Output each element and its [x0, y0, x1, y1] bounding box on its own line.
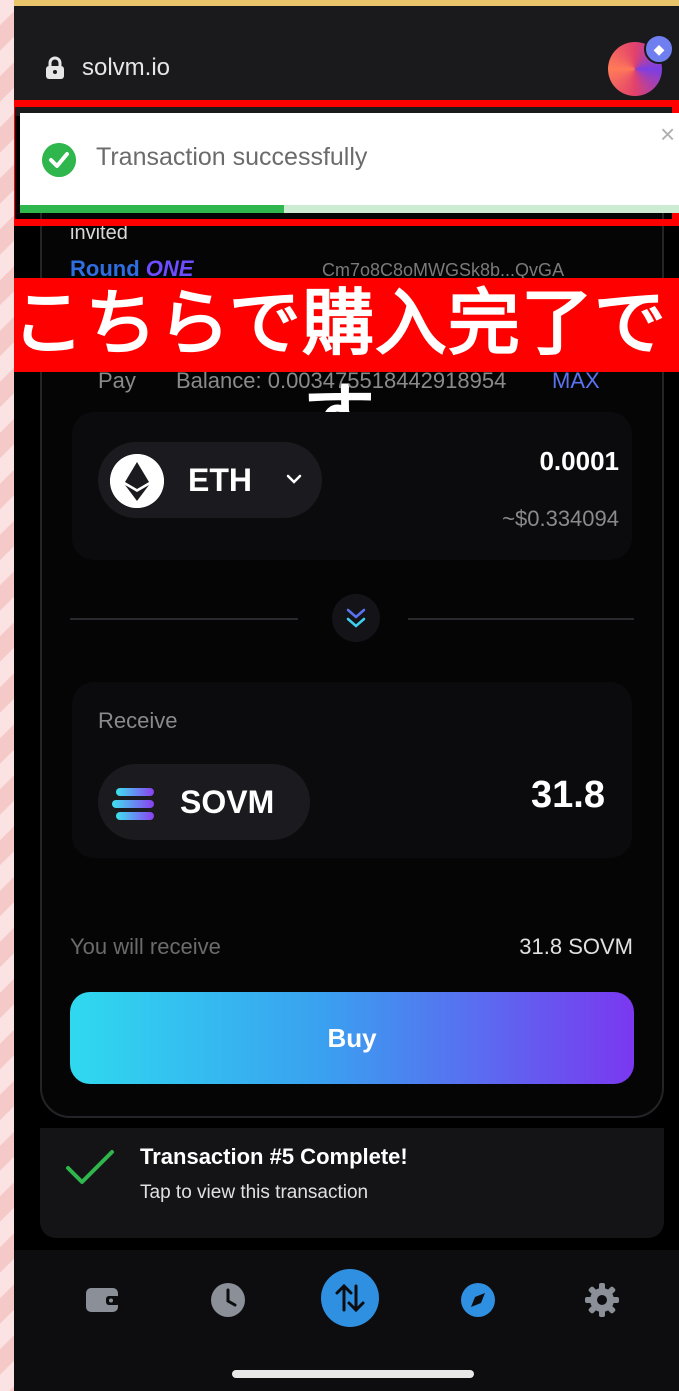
- toast-message: Transaction successfully: [96, 143, 368, 171]
- swap-icon[interactable]: [320, 1268, 380, 1328]
- frame-left-edge: [0, 0, 14, 1391]
- notification-subtitle[interactable]: Tap to view this transaction: [140, 1182, 368, 1204]
- buy-button[interactable]: Buy: [70, 992, 634, 1084]
- pay-label: Pay: [98, 368, 136, 393]
- max-button[interactable]: MAX: [552, 368, 600, 394]
- divider-right: [408, 618, 634, 620]
- receive-label: Receive: [98, 708, 178, 733]
- swap-direction-icon[interactable]: [332, 594, 380, 642]
- phone-screen: solvm.io ◆ invited Round ONE Cm7o8C8oMWG…: [14, 6, 679, 1391]
- lock-icon: [46, 56, 64, 79]
- you-will-receive-value: 31.8 SOVM: [519, 934, 633, 959]
- sovm-token-display: SOVM: [98, 764, 310, 840]
- receive-token-name: SOVM: [180, 784, 275, 820]
- success-toast: Transaction successfully ×: [20, 113, 679, 213]
- history-clock-icon[interactable]: [202, 1274, 254, 1326]
- close-icon[interactable]: ×: [660, 119, 675, 150]
- balance-text: Balance: 0.003475518442918954: [176, 368, 507, 393]
- pay-token-name: ETH: [188, 462, 252, 498]
- divider-left: [70, 618, 298, 620]
- eth-token-selector[interactable]: ETH: [98, 442, 322, 518]
- wallet-icon[interactable]: [76, 1274, 128, 1326]
- checkmark-icon: [66, 1150, 114, 1184]
- chevron-down-icon: [286, 474, 302, 484]
- home-indicator[interactable]: [232, 1370, 474, 1378]
- annotation-banner-text: こちらで購入完了です: [14, 281, 667, 459]
- settings-gear-icon[interactable]: [576, 1274, 628, 1326]
- pay-amount-input[interactable]: 0.0001: [539, 446, 619, 477]
- url-text[interactable]: solvm.io: [82, 54, 170, 82]
- pay-usd-value: ~$0.334094: [502, 506, 619, 531]
- receive-amount: 31.8: [531, 774, 605, 816]
- you-will-receive-label: You will receive: [70, 934, 221, 959]
- notification-title: Transaction #5 Complete!: [140, 1144, 408, 1169]
- eth-network-badge-icon: ◆: [644, 34, 674, 64]
- eth-logo-icon: [110, 454, 164, 508]
- check-circle-icon: [42, 143, 76, 177]
- sovm-logo-icon: [112, 788, 154, 820]
- explore-compass-icon[interactable]: [452, 1274, 504, 1326]
- toast-progress-bar: [20, 205, 284, 213]
